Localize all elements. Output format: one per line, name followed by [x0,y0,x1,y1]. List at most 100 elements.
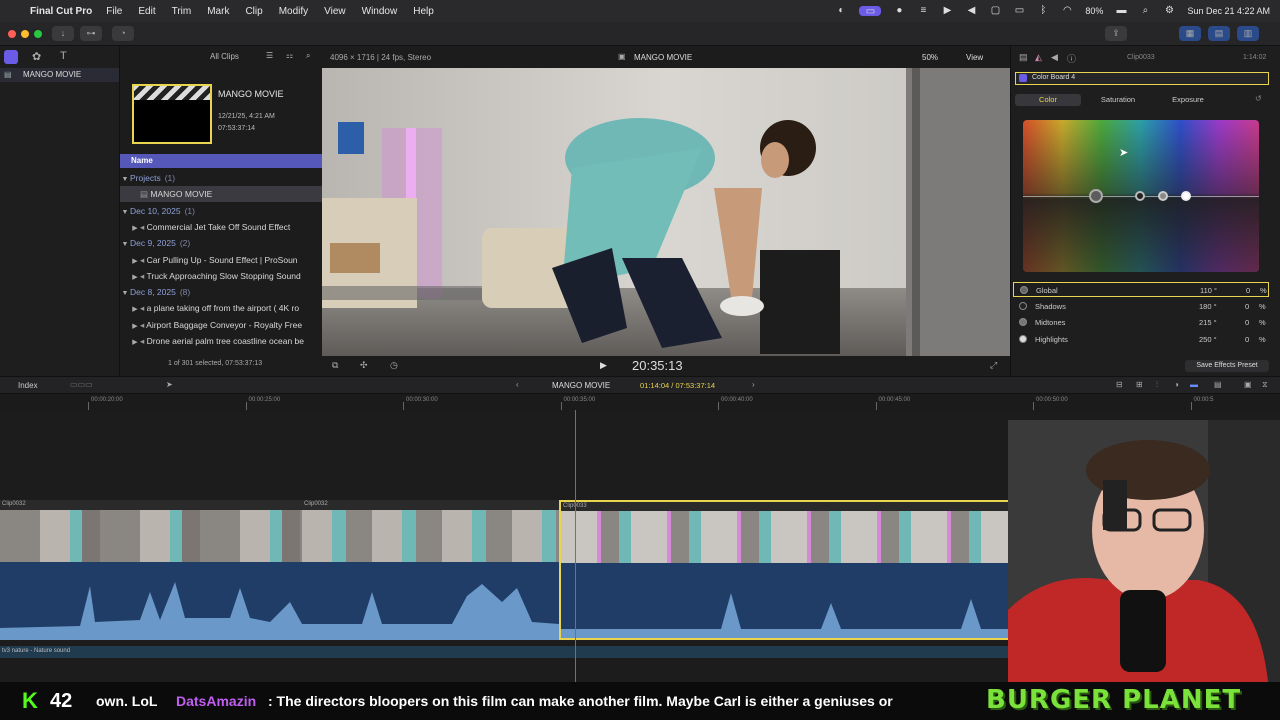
info-inspector-icon[interactable]: ⓘ [1067,52,1076,65]
color-inspector-icon[interactable]: ◭ [1035,52,1042,63]
library-item[interactable]: ▤ MANGO MOVIE [0,68,119,82]
save-effects-preset-button[interactable]: Save Effects Preset [1185,360,1269,372]
tab-color[interactable]: Color [1015,94,1081,106]
video-inspector-icon[interactable]: ▤ [1019,52,1028,63]
clip-row[interactable]: ▶ ◂ Commercial Jet Take Off Sound Effect [120,219,322,235]
background-tasks-icon[interactable]: ◔ [112,26,134,41]
midtones-puck[interactable] [1158,191,1168,201]
group-row[interactable]: ▼ Dec 9, 2025 (2) [120,235,322,251]
menu-trim[interactable]: Trim [172,6,192,17]
viewer-canvas[interactable] [322,68,1010,356]
disclosure-triangle-icon[interactable]: ▼ [120,172,130,186]
zoom-dropdown[interactable]: 50% [922,53,938,62]
angle-field[interactable]: 215 ° [1199,318,1217,327]
percent-field[interactable]: 0 [1246,286,1250,295]
global-puck[interactable] [1089,189,1103,203]
disclosure-triangle-icon[interactable]: ▶ [130,254,140,268]
color-row-midtones[interactable]: Midtones 215 ° 0% [1013,315,1269,330]
timeline[interactable]: Clip0032 Clip0032 Clip0033 tv3 nature - … [0,410,1280,682]
audio-inspector-icon[interactable]: ◀ [1051,52,1058,63]
display-icon[interactable]: ▢ [989,6,1001,16]
play-icon[interactable]: ▶ [941,6,953,16]
highlights-puck[interactable] [1181,191,1191,201]
battery-icon[interactable]: ▬ [1115,6,1127,16]
percent-field[interactable]: 0 [1245,335,1249,344]
menu-help[interactable]: Help [413,6,434,17]
menu-modify[interactable]: Modify [279,6,308,17]
zoom-slider-icon[interactable]: ▬ [1190,380,1198,389]
zoom-window-button[interactable] [34,30,42,38]
disclosure-triangle-icon[interactable]: ▶ [130,270,140,284]
project-thumbnail[interactable] [132,84,212,144]
transitions-browser-icon[interactable]: ⧖ [1262,380,1268,390]
control-center-icon[interactable]: ⚙ [1163,6,1175,16]
status-icon[interactable]: ◐ [835,6,847,16]
shadows-puck[interactable] [1135,191,1145,201]
clip-row[interactable]: ▶ ◂ Truck Approaching Slow Stopping Sound [120,268,322,284]
transform-icon[interactable]: ✣ [360,360,368,371]
effects-browser-icon[interactable]: ▣ [1244,380,1252,389]
name-column-header[interactable]: Name [120,154,322,168]
timecode-display[interactable]: 20:35:13 [632,358,683,373]
back-icon[interactable]: ‹ [516,380,519,389]
audio-clip[interactable]: tv3 nature - Nature sound [0,646,1010,658]
clip-row[interactable]: ▤ MANGO MOVIE [120,186,322,203]
solo-icon[interactable]: ◑ [1174,380,1179,389]
edit-tools-icon[interactable]: ▭▭▭ [70,380,93,389]
menu-window[interactable]: Window [362,6,398,17]
crop-icon[interactable]: ⧉ [332,360,338,371]
clip-row[interactable]: ▶ ◂ Car Pulling Up - Sound Effect | ProSo… [120,252,322,268]
menu-mark[interactable]: Mark [207,6,229,17]
photos-icon[interactable]: ✿ [32,50,41,63]
select-tool-icon[interactable]: ➤ [166,380,173,389]
keyword-icon[interactable]: ⊶ [80,26,102,41]
search-icon[interactable]: ⌕ [1139,6,1151,16]
fullscreen-icon[interactable]: ⤢ [990,360,997,371]
bluetooth-icon[interactable]: ᛒ [1037,6,1049,16]
playhead[interactable] [575,410,576,682]
timeline-ruler[interactable]: 00:00:20:00 00:00:25:00 00:00:30:00 00:00:3… [0,394,1280,410]
clip-primary[interactable]: Clip0032 [0,500,302,640]
percent-field[interactable]: 0 [1245,302,1249,311]
angle-field[interactable]: 180 ° [1199,302,1217,311]
color-row-global[interactable]: Global 110 ° 0% [1013,282,1269,297]
index-button[interactable]: Index [18,381,38,390]
clock[interactable]: Sun Dec 21 4:22 AM [1187,6,1270,16]
percent-field[interactable]: 0 [1245,318,1249,327]
angle-field[interactable]: 250 ° [1199,335,1217,344]
layout-inspector-icon[interactable]: ▥ [1237,26,1259,41]
clips-filter-dropdown[interactable]: All Clips [210,52,239,61]
menu-clip[interactable]: Clip [245,6,262,17]
titles-icon[interactable]: T [60,50,67,62]
group-row[interactable]: ▼ Dec 10, 2025 (1) [120,203,322,219]
checkbox-icon[interactable] [1019,74,1027,82]
disclosure-triangle-icon[interactable]: ▶ [130,302,140,316]
close-window-button[interactable] [8,30,16,38]
disclosure-triangle-icon[interactable]: ▶ [130,221,140,235]
menu-icon[interactable]: ≡ [917,6,929,16]
speed-icon[interactable]: ◷ [390,360,398,371]
layout-timeline-icon[interactable]: ▤ [1208,26,1230,41]
share-icon[interactable]: ⇪ [1105,26,1127,41]
clip-primary[interactable]: Clip0032 [302,500,559,640]
monitor-icon[interactable]: ▭ [1013,6,1025,16]
forward-icon[interactable]: › [752,380,755,389]
volume-icon[interactable]: ◀ [965,6,977,16]
menu-file[interactable]: File [106,6,122,17]
play-button[interactable]: ▶ [600,360,607,371]
list-view-icon[interactable]: ☰ [266,51,273,60]
tab-exposure[interactable]: Exposure [1155,94,1221,106]
disclosure-triangle-icon[interactable]: ▼ [120,237,130,251]
status-icon[interactable]: ● [893,6,905,16]
angle-field[interactable]: 110 ° [1200,286,1217,295]
libraries-icon[interactable] [4,50,18,64]
skimming-icon[interactable]: ⊞ [1136,380,1143,389]
minimize-window-button[interactable] [21,30,29,38]
snapping-icon[interactable]: ⊟ [1116,380,1123,389]
color-row-shadows[interactable]: Shadows 180 ° 0% [1013,299,1269,314]
group-row[interactable]: ▼ Dec 8, 2025 (8) [120,284,322,300]
tab-saturation[interactable]: Saturation [1085,94,1151,106]
color-board-dropdown[interactable]: Color Board 4 [1015,72,1269,85]
project-name[interactable]: MANGO MOVIE [552,381,610,390]
view-dropdown[interactable]: View [966,53,983,62]
